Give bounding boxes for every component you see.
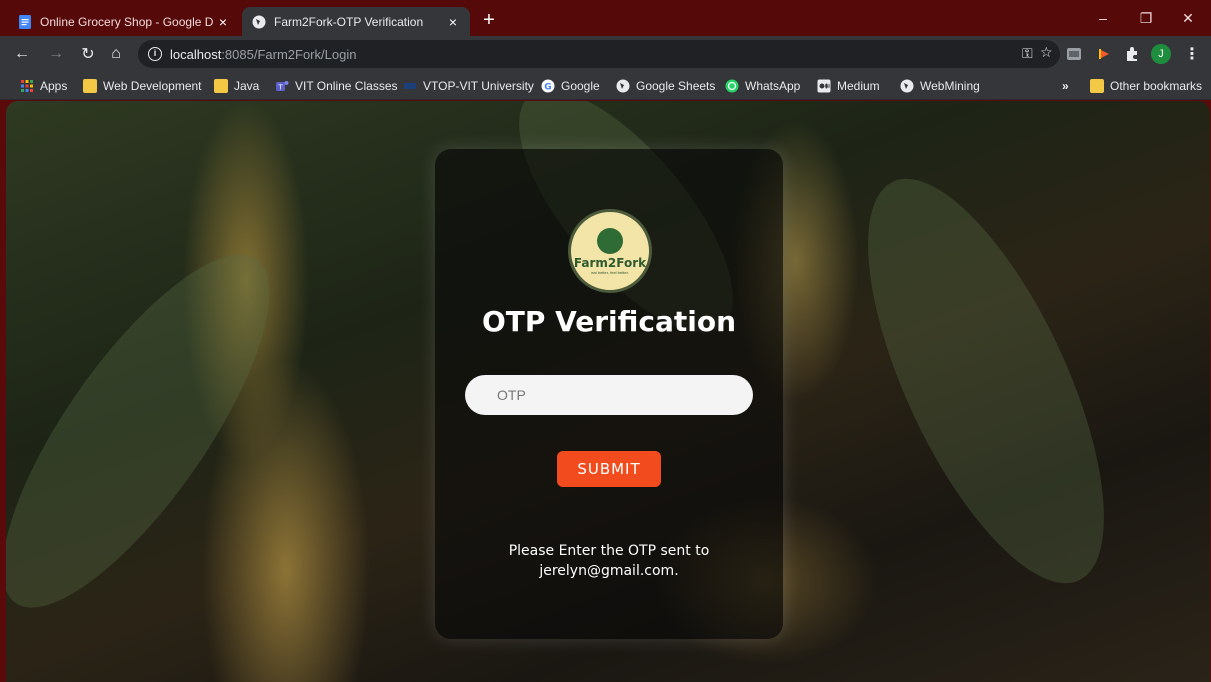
reload-icon: ↻	[81, 46, 95, 63]
submit-button[interactable]: SUBMIT	[557, 451, 661, 487]
extension-icon[interactable]	[1066, 46, 1082, 62]
extensions-puzzle-icon[interactable]	[1124, 46, 1140, 62]
bookmark-star-icon[interactable]: ☆	[1040, 44, 1053, 61]
globe-icon	[900, 79, 914, 93]
bookmarks-overflow-button[interactable]: »	[1062, 78, 1069, 94]
bookmark-label: WhatsApp	[745, 79, 801, 93]
farm2fork-logo: Farm2Fork eat better, feel better.	[568, 209, 652, 293]
folder-icon	[83, 79, 97, 93]
new-tab-button[interactable]: +	[477, 9, 501, 33]
tab-otp-verification[interactable]: Farm2Fork-OTP Verification ×	[242, 7, 470, 36]
otp-instructions-line: Please Enter the OTP sent to	[508, 543, 710, 559]
bookmark-label: Other bookmarks	[1110, 79, 1203, 93]
close-window-button[interactable]: ✕	[1165, 0, 1211, 36]
teams-icon: T	[276, 81, 289, 92]
logo-tagline: eat better, feel better.	[591, 269, 629, 275]
restore-button[interactable]: ❐	[1123, 0, 1169, 36]
url-host: localhost	[170, 46, 222, 62]
bookmark-google-sheets[interactable]: Google Sheets	[616, 78, 715, 94]
bookmark-google[interactable]: G Google	[541, 78, 600, 94]
bookmark-label: Apps	[40, 79, 68, 93]
bookmark-label: Java	[234, 79, 260, 93]
home-icon: ⌂	[111, 45, 121, 62]
minimize-button[interactable]: –	[1080, 0, 1126, 36]
otp-input[interactable]	[465, 375, 753, 415]
otp-card: Farm2Fork eat better, feel better. OTP V…	[435, 149, 783, 639]
folder-icon	[1090, 79, 1104, 93]
tab-online-grocery-shop[interactable]: Online Grocery Shop - Google D ×	[8, 7, 240, 36]
page-title: OTP Verification	[481, 305, 737, 338]
tab-close-icon[interactable]: ×	[216, 14, 230, 30]
tab-strip: Online Grocery Shop - Google D × Farm2Fo…	[0, 0, 1211, 36]
back-button[interactable]: ←	[10, 42, 34, 66]
svg-text:G: G	[544, 83, 551, 93]
bookmark-medium[interactable]: Medium	[817, 78, 880, 94]
folder-icon	[214, 79, 228, 93]
whatsapp-icon	[725, 79, 739, 93]
browser-toolbar: ← → ↻ ⌂ i localhost:8085/Farm2Fork/Login…	[0, 36, 1211, 72]
bookmark-java[interactable]: Java	[214, 78, 259, 94]
tab-close-icon[interactable]: ×	[446, 14, 460, 30]
bookmark-label: Google Sheets	[636, 79, 716, 93]
site-info-icon[interactable]: i	[148, 47, 162, 61]
background-leaf	[6, 218, 314, 644]
svg-text:T: T	[277, 84, 283, 92]
otp-instructions: Please Enter the OTP sent to jerelyn@gma…	[435, 541, 783, 581]
globe-icon	[252, 15, 266, 28]
bookmark-label: VIT Online Classes	[295, 79, 398, 93]
arrow-right-icon: →	[48, 45, 64, 62]
bookmark-label: WebMining	[920, 79, 980, 93]
globe-icon	[616, 79, 630, 93]
bookmark-label: Google	[561, 79, 600, 93]
forward-button[interactable]: →	[44, 42, 68, 66]
more-menu-icon[interactable]: ⋮	[1184, 44, 1200, 64]
bookmark-whatsapp[interactable]: WhatsApp	[725, 78, 800, 94]
home-button[interactable]: ⌂	[104, 42, 128, 66]
bookmark-vtop-vit-university[interactable]: VTOP-VIT University	[403, 78, 534, 94]
logo-brand: Farm2Fork	[573, 255, 647, 270]
address-bar[interactable]: i localhost:8085/Farm2Fork/Login	[138, 40, 1060, 68]
bookmark-label: Medium	[837, 79, 880, 93]
vit-icon	[404, 83, 416, 89]
extension-icon[interactable]	[1096, 46, 1112, 62]
medium-icon	[817, 79, 831, 93]
bookmark-label: VTOP-VIT University	[423, 79, 534, 93]
bookmark-vit-online-classes[interactable]: T VIT Online Classes	[275, 78, 398, 94]
bookmark-web-development[interactable]: Web Development	[83, 78, 202, 94]
key-icon[interactable]: ⚿	[1022, 45, 1033, 62]
tab-title: Online Grocery Shop - Google D	[40, 14, 214, 29]
background-leaf	[820, 147, 1152, 615]
google-docs-icon	[19, 14, 31, 29]
arrow-left-icon: ←	[14, 45, 30, 62]
profile-avatar[interactable]: J	[1151, 44, 1171, 64]
url-path: :8085/Farm2Fork/Login	[221, 46, 357, 62]
bookmark-webmining[interactable]: WebMining	[900, 78, 980, 94]
wheat-icon	[597, 227, 623, 254]
google-icon: G	[541, 79, 555, 93]
bookmark-label: Web Development	[103, 79, 202, 93]
bookmark-other-bookmarks[interactable]: Other bookmarks	[1090, 78, 1202, 94]
otp-email: jerelyn@gmail.com.	[539, 563, 679, 579]
apps-grid-icon	[21, 80, 33, 92]
bookmark-apps[interactable]: Apps	[20, 78, 67, 94]
page-background: Farm2Fork eat better, feel better. OTP V…	[6, 101, 1210, 682]
bookmarks-bar: Apps Web Development Java T VIT Online C…	[0, 72, 1211, 100]
reload-button[interactable]: ↻	[76, 42, 100, 66]
tab-title: Farm2Fork-OTP Verification	[274, 14, 424, 29]
